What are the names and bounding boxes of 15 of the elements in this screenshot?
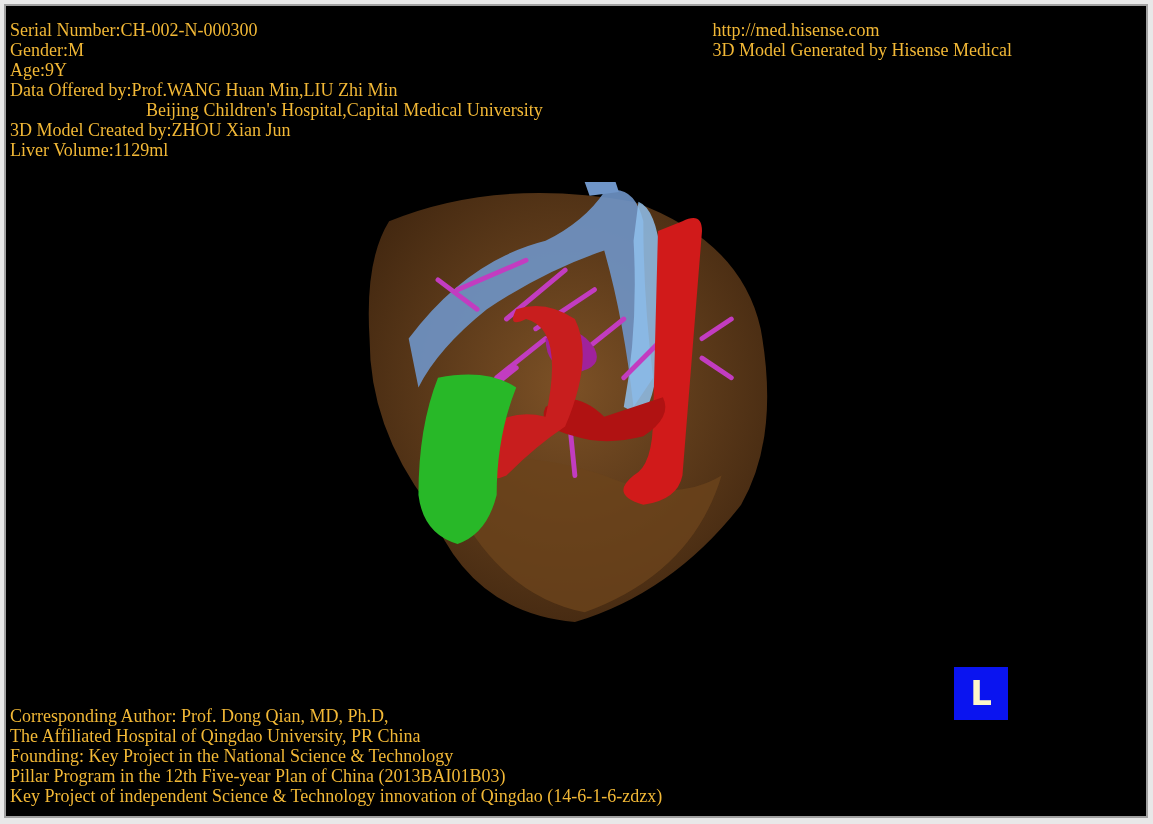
info-text: Beijing Children's Hospital,Capital Medical University bbox=[146, 100, 543, 120]
credit-text: Founding: Key Project in the National Science & Technology bbox=[10, 746, 454, 766]
credit-text: Corresponding Author: Prof. Dong Qian, MD, Ph.D, bbox=[10, 706, 389, 726]
orientation-marker: L bbox=[954, 667, 1008, 720]
info-text: 3D Model Created by:ZHOU Xian Jun bbox=[10, 120, 291, 140]
credit-text: Key Project of independent Science & Technology innovation of Qingdao (14-6-1-6-zdzx) bbox=[10, 786, 663, 806]
credit-text: Pillar Program in the 12th Five-year Plan of China (2013BAI01B03) bbox=[10, 766, 506, 786]
info-text: 3D Model Generated by Hisense Medical bbox=[712, 40, 1012, 60]
info-text: http://med.hisense.com bbox=[712, 20, 880, 40]
info-text: Age:9Y bbox=[10, 60, 67, 80]
info-text: Data Offered by:Prof.WANG Huan Min,LIU Zhi Min bbox=[10, 80, 398, 100]
info-text: Liver Volume:1129ml bbox=[10, 140, 169, 160]
credit-text: The Affiliated Hospital of Qingdao University, PR China bbox=[10, 726, 421, 746]
info-text: Gender:M bbox=[10, 40, 84, 60]
info-text: Serial Number:CH-002-N-000300 bbox=[10, 20, 258, 40]
